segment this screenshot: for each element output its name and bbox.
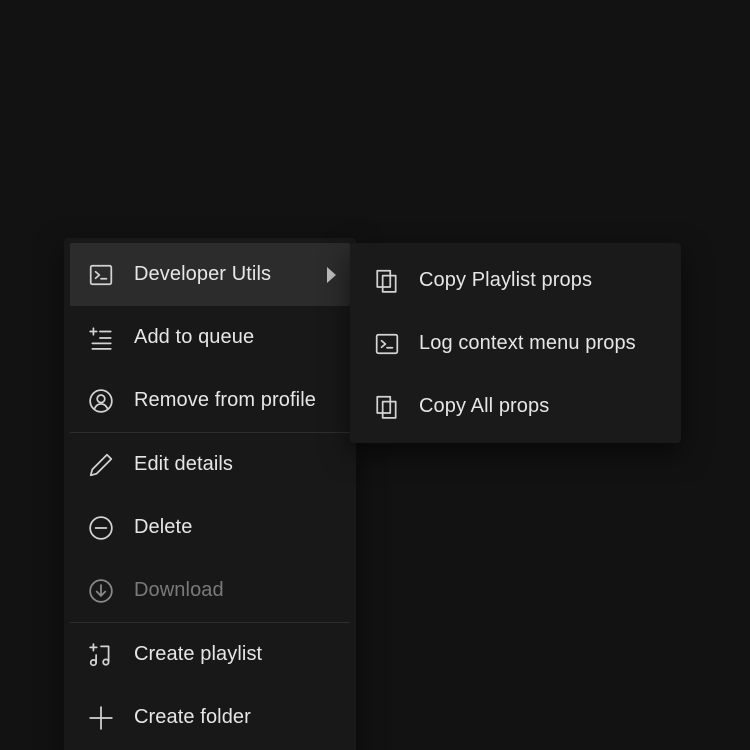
terminal-icon	[88, 262, 114, 288]
submenu-item-copy-playlist-props[interactable]: Copy Playlist props	[350, 249, 681, 312]
terminal-icon	[374, 331, 400, 357]
menu-item-label: Edit details	[134, 453, 234, 475]
menu-item-remove-from-profile[interactable]: Remove from profile	[70, 369, 350, 432]
menu-item-download: Download	[70, 559, 350, 622]
menu-item-label: Create folder	[134, 706, 251, 728]
menu-item-edit-details[interactable]: Edit details	[70, 433, 350, 496]
menu-item-delete[interactable]: Delete	[70, 496, 350, 559]
plus-icon	[88, 705, 114, 731]
menu-item-label: Download	[134, 579, 224, 601]
menu-item-label: Create playlist	[134, 643, 263, 665]
context-menu: Developer Utils Add to queue Remove from…	[64, 238, 356, 750]
menu-item-label: Delete	[134, 516, 193, 538]
menu-item-label: Add to queue	[134, 326, 255, 348]
user-circle-icon	[88, 388, 114, 414]
app-background: Developer Utils Add to queue Remove from…	[0, 0, 750, 750]
download-circle-icon	[88, 578, 114, 604]
chevron-right-icon	[327, 266, 336, 283]
menu-item-add-to-queue[interactable]: Add to queue	[70, 306, 350, 369]
submenu-item-copy-all-props[interactable]: Copy All props	[350, 375, 681, 438]
pencil-icon	[88, 452, 114, 478]
submenu-item-label: Log context menu props	[419, 332, 636, 354]
submenu-item-log-context-menu-props[interactable]: Log context menu props	[350, 312, 681, 375]
developer-utils-submenu: Copy Playlist props Log context menu pro…	[350, 243, 681, 443]
add-to-queue-icon	[88, 325, 114, 351]
menu-item-label: Remove from profile	[134, 389, 316, 411]
menu-item-create-playlist[interactable]: Create playlist	[70, 623, 350, 686]
minus-circle-icon	[88, 515, 114, 541]
add-music-icon	[88, 642, 114, 668]
submenu-item-label: Copy Playlist props	[419, 269, 593, 291]
copy-icon	[374, 394, 400, 420]
menu-item-label: Developer Utils	[134, 263, 272, 285]
submenu-item-label: Copy All props	[419, 395, 550, 417]
menu-item-developer-utils[interactable]: Developer Utils	[70, 243, 350, 306]
menu-item-create-folder[interactable]: Create folder	[70, 686, 350, 749]
copy-icon	[374, 268, 400, 294]
